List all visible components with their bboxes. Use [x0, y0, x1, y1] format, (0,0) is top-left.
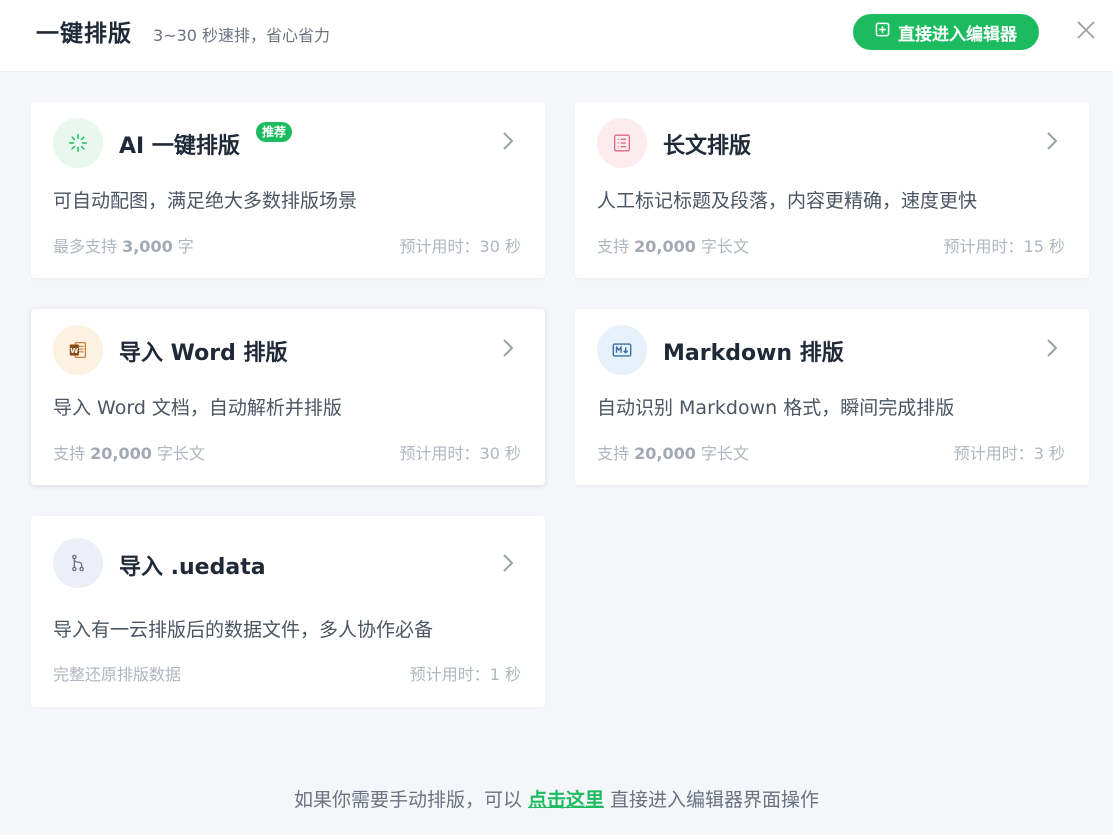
chevron-right-icon	[503, 554, 514, 572]
card-import-uedata[interactable]: 导入 .uedata 导入有一云排版后的数据文件，多人协作必备 完整还原排版数据…	[31, 516, 545, 707]
footer-prefix: 如果你需要手动排版，可以	[293, 789, 522, 811]
header: 一键排版 3~30 秒速排，省心省力 直接进入编辑器	[0, 0, 1113, 72]
card-title: 导入 .uedata	[119, 555, 266, 580]
card-time: 预计用时：3 秒	[953, 444, 1065, 463]
card-description: 人工标记标题及段落，内容更精确，速度更快	[597, 190, 978, 212]
footer-hint: 如果你需要手动排版，可以 点击这里 直接进入编辑器界面操作	[0, 785, 1113, 812]
card-long-text-layout[interactable]: 长文排版 人工标记标题及段落，内容更精确，速度更快 支持 20,000 字长文 …	[575, 102, 1089, 278]
recommend-badge: 推荐	[256, 122, 293, 142]
card-meta: 支持 20,000 字长文	[597, 237, 749, 256]
enter-editor-button[interactable]: 直接进入编辑器	[853, 14, 1039, 50]
sparkle-icon	[53, 118, 103, 168]
chevron-right-icon	[1047, 339, 1058, 357]
page-title: 一键排版	[36, 21, 132, 47]
card-title: 长文排版	[663, 134, 752, 159]
card-time: 预计用时：30 秒	[399, 237, 521, 256]
card-ai-layout[interactable]: AI 一键排版 推荐 可自动配图，满足绝大多数排版场景 最多支持 3,000 字…	[31, 102, 545, 278]
footer-suffix: 直接进入编辑器界面操作	[610, 789, 820, 811]
card-time: 预计用时：15 秒	[943, 237, 1065, 256]
card-meta: 支持 20,000 字长文	[53, 444, 205, 463]
word-icon: W	[53, 325, 103, 375]
card-meta: 完整还原排版数据	[53, 665, 182, 684]
card-meta: 最多支持 3,000 字	[53, 237, 194, 256]
page-subtitle: 3~30 秒速排，省心省力	[153, 26, 331, 45]
card-markdown-layout[interactable]: Markdown 排版 自动识别 Markdown 格式，瞬间完成排版 支持 2…	[575, 309, 1089, 485]
card-title: 导入 Word 排版	[119, 341, 288, 366]
chevron-right-icon	[1047, 132, 1058, 150]
list-document-icon	[597, 118, 647, 168]
card-description: 导入有一云排版后的数据文件，多人协作必备	[53, 619, 434, 641]
plus-square-icon	[875, 22, 890, 42]
chevron-right-icon	[503, 132, 514, 150]
card-description: 自动识别 Markdown 格式，瞬间完成排版	[597, 397, 955, 419]
close-icon[interactable]	[1074, 18, 1098, 42]
card-import-word[interactable]: W 导入 Word 排版 导入 Word 文档，自动解析并排版 支持 20,00…	[31, 309, 545, 485]
card-meta: 支持 20,000 字长文	[597, 444, 749, 463]
markdown-icon	[597, 325, 647, 375]
click-here-link[interactable]: 点击这里	[528, 789, 604, 811]
card-title: Markdown 排版	[663, 341, 844, 366]
card-title: AI 一键排版	[119, 134, 240, 159]
merge-icon	[53, 538, 103, 588]
card-description: 可自动配图，满足绝大多数排版场景	[53, 190, 358, 212]
card-description: 导入 Word 文档，自动解析并排版	[53, 397, 342, 419]
card-time: 预计用时：1 秒	[409, 665, 521, 684]
chevron-right-icon	[503, 339, 514, 357]
svg-text:W: W	[70, 346, 78, 355]
card-time: 预计用时：30 秒	[399, 444, 521, 463]
enter-editor-label: 直接进入编辑器	[898, 24, 1017, 45]
